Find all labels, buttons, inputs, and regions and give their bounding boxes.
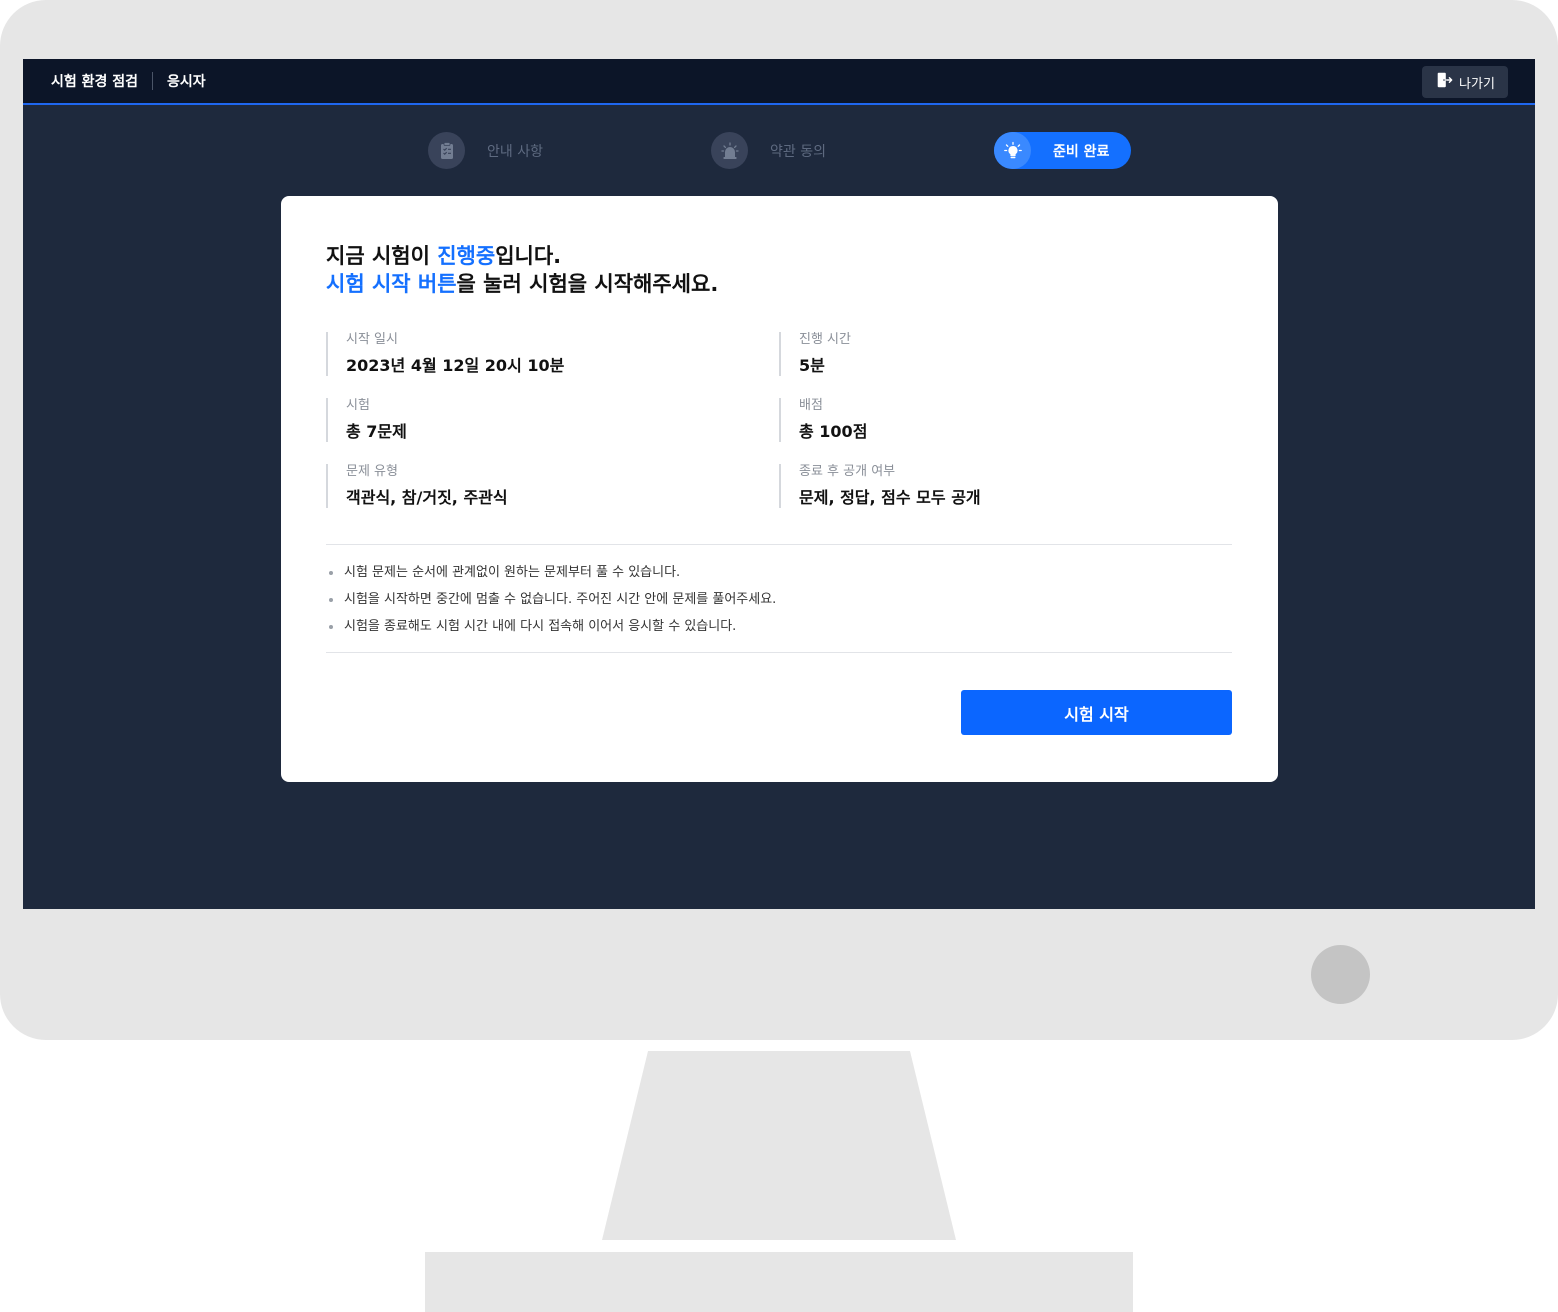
notice-item: 시험 문제는 순서에 관계없이 원하는 문제부터 풀 수 있습니다.	[326, 559, 1232, 586]
monitor-stand-neck	[602, 1051, 956, 1240]
info-label: 시작 일시	[346, 332, 398, 347]
info-total-score: 배점 총 100점	[779, 398, 867, 442]
exit-button[interactable]: 나가기	[1422, 66, 1508, 98]
info-start-datetime: 시작 일시 2023년 4월 12일 20시 10분	[326, 332, 564, 376]
info-value: 2023년 4월 12일 20시 10분	[346, 356, 565, 375]
user-role: 응시자	[167, 74, 206, 90]
step-label: 안내 사항	[487, 143, 543, 160]
step-ready: 준비 완료	[994, 132, 1132, 169]
headline-text: 을 눌러 시험을 시작해주세요.	[456, 272, 719, 296]
info-label: 배점	[799, 398, 823, 413]
info-label: 종료 후 공개 여부	[799, 464, 896, 479]
step-label: 약관 동의	[770, 143, 826, 160]
headline: 지금 시험이 진행중입니다. 시험 시작 버튼을 눌러 시험을 시작해주세요.	[326, 242, 718, 298]
info-question-types: 문제 유형 객관식, 참/거짓, 주관식	[326, 464, 508, 508]
power-button	[1311, 945, 1370, 1004]
title-divider	[152, 72, 154, 90]
info-value: 총 7문제	[346, 422, 407, 441]
headline-text: 지금 시험이	[326, 244, 438, 268]
info-question-count: 시험 총 7문제	[326, 398, 407, 442]
headline-text: 입니다.	[495, 244, 562, 268]
step-label: 준비 완료	[1053, 143, 1110, 160]
divider	[326, 652, 1232, 653]
app-title: 시험 환경 점검	[51, 74, 139, 90]
step-terms: 약관 동의	[711, 132, 826, 169]
info-label: 문제 유형	[346, 464, 398, 479]
start-exam-button[interactable]: 시험 시작	[961, 690, 1232, 735]
exit-door-icon	[1435, 71, 1453, 93]
headline-highlight: 시험 시작 버튼	[326, 272, 457, 296]
notice-list: 시험 문제는 순서에 관계없이 원하는 문제부터 풀 수 있습니다. 시험을 시…	[326, 559, 1232, 640]
info-value: 문제, 정답, 점수 모두 공개	[799, 488, 981, 507]
clipboard-icon	[428, 132, 465, 169]
info-value: 5분	[799, 356, 825, 375]
screen: 시험 환경 점검 응시자 나가기 안내 사항 약관 동의 준비 완료 지금 시험…	[23, 59, 1535, 909]
info-duration: 진행 시간 5분	[779, 332, 851, 376]
info-value: 객관식, 참/거짓, 주관식	[346, 488, 508, 507]
step-guide: 안내 사항	[428, 132, 543, 169]
siren-icon	[711, 132, 748, 169]
info-label: 진행 시간	[799, 332, 851, 347]
top-bar: 시험 환경 점검 응시자 나가기	[23, 59, 1535, 105]
lightbulb-icon	[994, 132, 1031, 169]
notice-item: 시험을 시작하면 중간에 멈출 수 없습니다. 주어진 시간 안에 문제를 풀어…	[326, 586, 1232, 613]
exam-info-card: 지금 시험이 진행중입니다. 시험 시작 버튼을 눌러 시험을 시작해주세요. …	[281, 196, 1278, 782]
headline-line-1: 지금 시험이 진행중입니다.	[326, 242, 718, 270]
exit-label: 나가기	[1459, 76, 1495, 92]
info-value: 총 100점	[799, 422, 868, 441]
headline-highlight: 진행중	[437, 244, 496, 268]
notice-item: 시험을 종료해도 시험 시간 내에 다시 접속해 이어서 응시할 수 있습니다.	[326, 613, 1232, 640]
info-label: 시험	[346, 398, 370, 413]
headline-line-2: 시험 시작 버튼을 눌러 시험을 시작해주세요.	[326, 270, 718, 298]
monitor-stand-base	[425, 1252, 1133, 1312]
info-disclosure: 종료 후 공개 여부 문제, 정답, 점수 모두 공개	[779, 464, 981, 508]
divider	[326, 544, 1232, 545]
